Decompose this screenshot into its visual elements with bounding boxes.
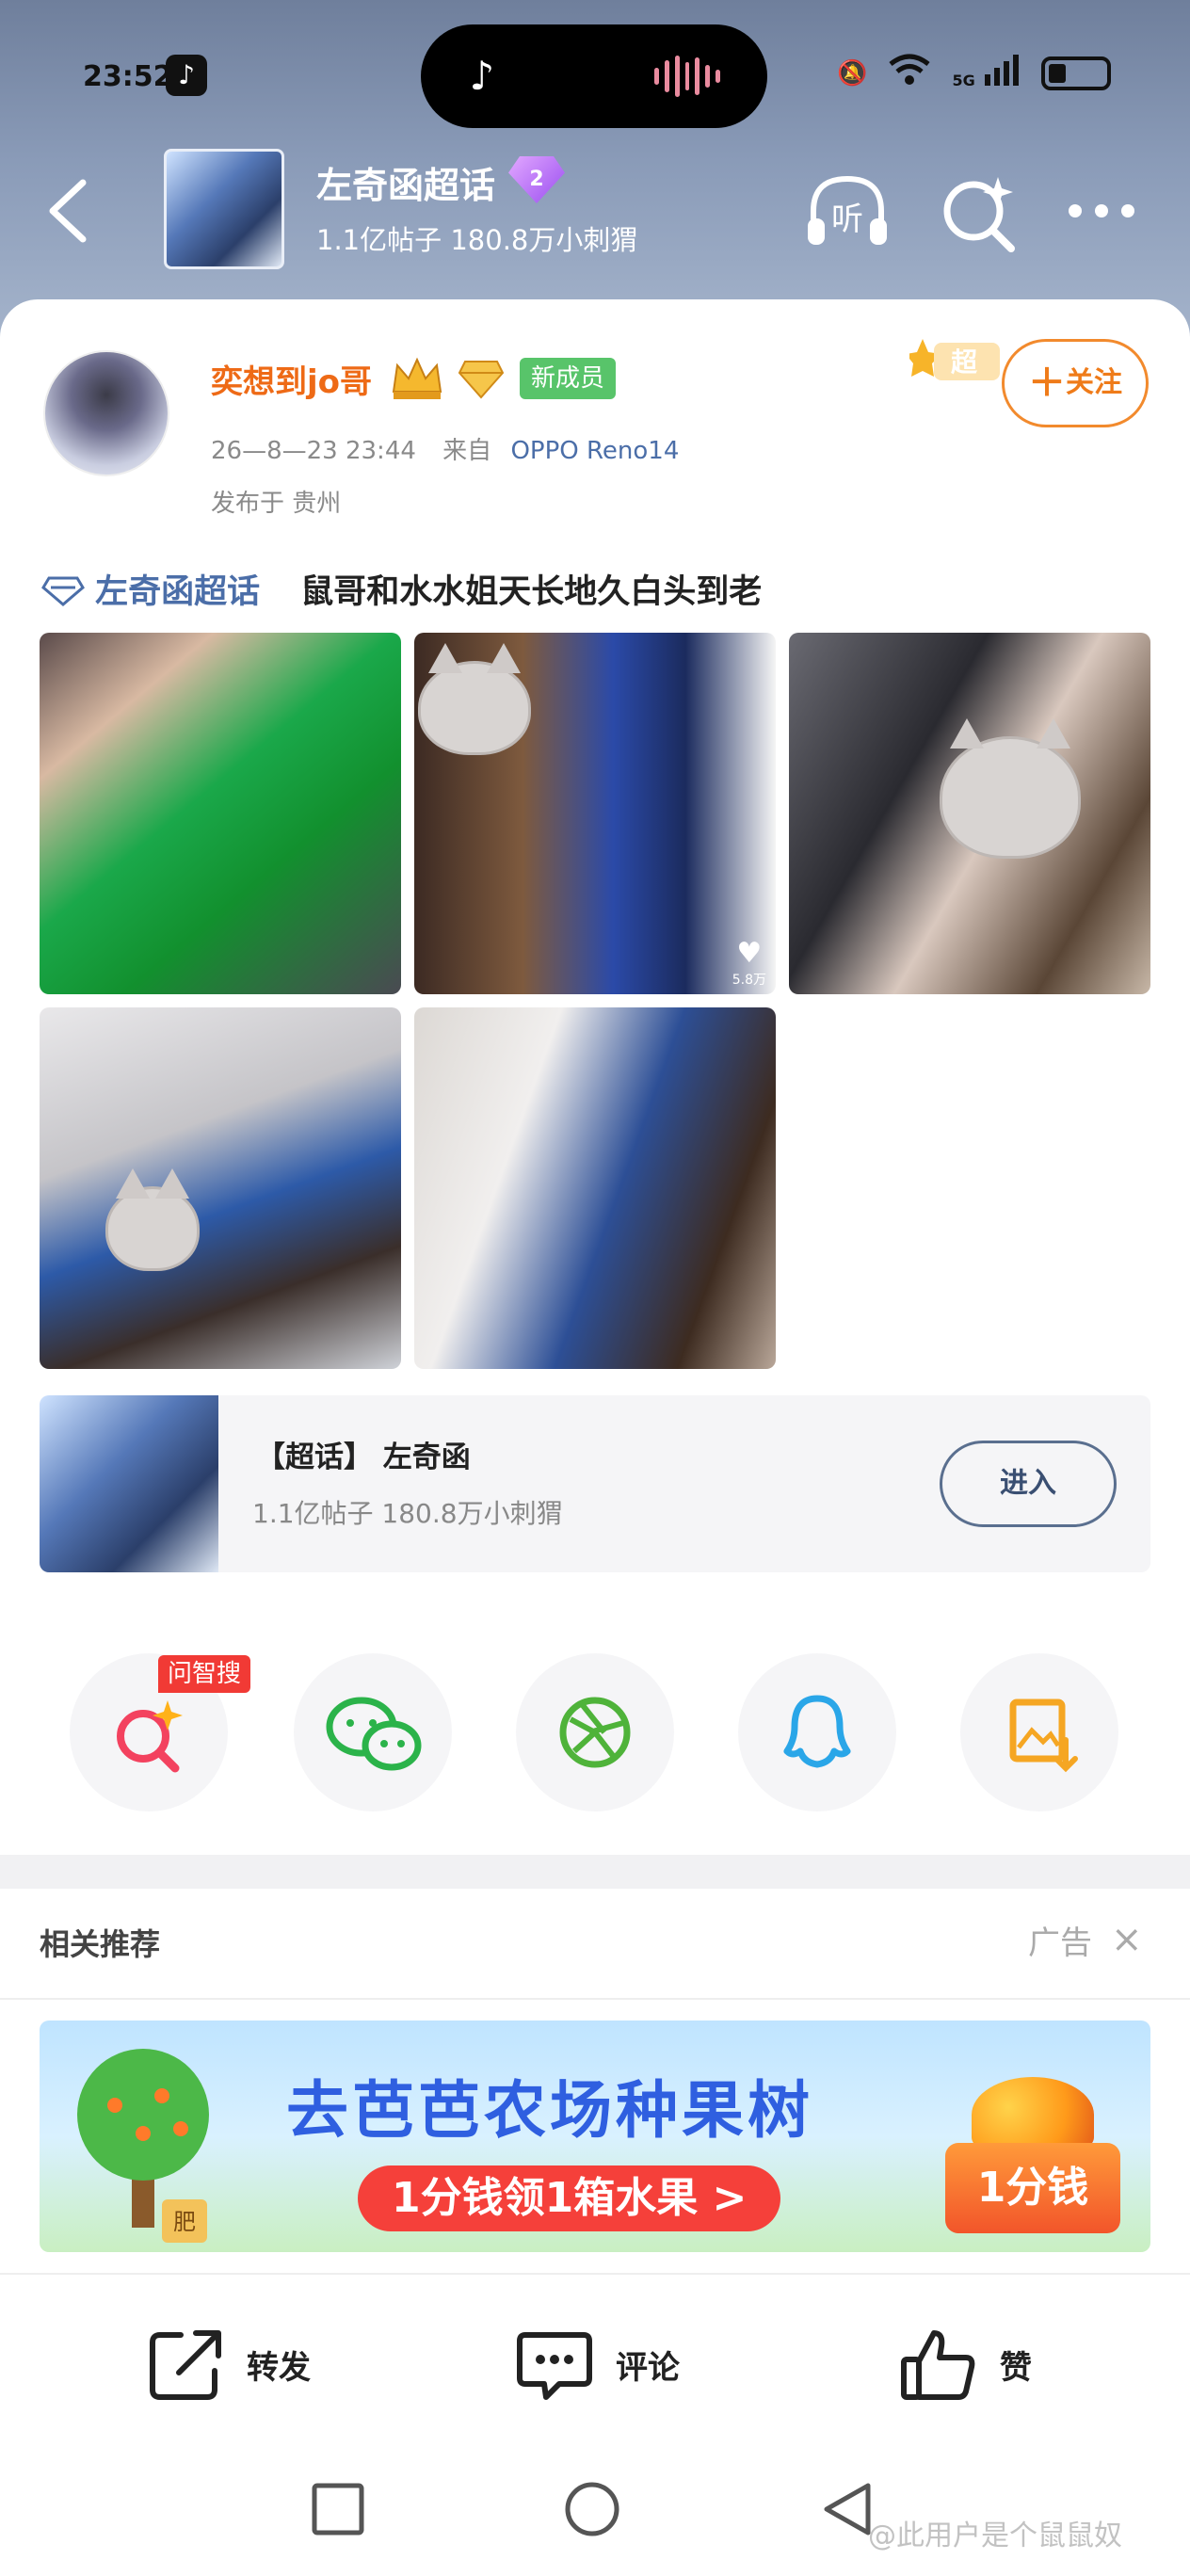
crown-icon[interactable] — [388, 354, 446, 401]
comment-button[interactable]: 评论 — [512, 2322, 680, 2407]
circle-icon — [565, 2482, 619, 2536]
more-button[interactable] — [1054, 164, 1149, 258]
ad-close-button[interactable]: × — [1111, 1921, 1143, 1958]
post-photo-4[interactable] — [40, 1007, 401, 1369]
post-photo-2[interactable]: ♥ 5.8万 — [414, 633, 776, 994]
share-moments-button[interactable] — [516, 1653, 674, 1811]
share-qq-button[interactable] — [738, 1653, 896, 1811]
section-divider — [0, 1855, 1190, 1889]
ai-search-button[interactable] — [932, 164, 1026, 258]
username[interactable]: 奕想到jo哥 — [211, 356, 372, 402]
vip-diamond-icon[interactable] — [458, 358, 505, 399]
cat-sticker-icon — [940, 718, 1081, 859]
ad-headline: 去芭芭农场种果树 — [286, 2074, 813, 2147]
share-arrow-icon — [150, 2330, 221, 2400]
comment-bubble-icon — [517, 2332, 592, 2400]
network-label: 5G — [952, 72, 975, 89]
home-button[interactable] — [561, 2478, 623, 2540]
qq-penguin-icon — [783, 1695, 851, 1768]
topic-level-diamond-icon: 2 — [508, 156, 565, 203]
chevron-left-icon — [49, 179, 87, 243]
tiktok-icon: ♪ — [469, 53, 495, 99]
topic-thumbnail[interactable] — [164, 149, 284, 269]
topic-card-thumbnail — [40, 1395, 218, 1572]
new-member-badge: 新成员 — [520, 358, 617, 399]
save-image-icon — [1009, 1699, 1078, 1773]
status-icons: 🔕 5G — [837, 53, 1111, 93]
share-wechat-button[interactable] — [294, 1653, 452, 1811]
topic-stats: 1.1亿帖子 180.8万小刺猬 — [316, 224, 638, 256]
back-button[interactable] — [38, 173, 104, 249]
top-nav: 左奇函超话 2 1.1亿帖子 180.8万小刺猬 听 — [0, 141, 1190, 282]
listen-label: 听 — [831, 201, 863, 238]
post-photo-3[interactable] — [789, 633, 1150, 994]
watermark: @此用户是个鼠鼠奴 — [868, 2520, 1122, 2552]
topic-card-stats: 1.1亿帖子 180.8万小刺猬 — [252, 1498, 563, 1529]
follow-button[interactable]: ＋关注 — [1002, 339, 1149, 427]
thumbs-up-icon — [901, 2330, 975, 2400]
save-image-button[interactable] — [960, 1653, 1118, 1811]
comment-label: 评论 — [616, 2348, 680, 2387]
plus-icon: ＋ — [1028, 362, 1066, 405]
cat-sticker-icon — [105, 1168, 200, 1271]
topic-link[interactable]: 左奇函超话 — [95, 573, 260, 611]
ad-label: 广告 — [1028, 1924, 1092, 1962]
follow-label: 关注 — [1066, 366, 1122, 399]
super-topic-diamond-icon — [41, 576, 85, 606]
topic-card-title: 【超话】 左奇函 — [256, 1441, 471, 1474]
photo-like-count: ♥ 5.8万 — [732, 937, 766, 989]
post-body: 鼠哥和水水姐天长地久白头到老 — [300, 573, 763, 611]
enter-topic-button[interactable]: 进入 — [940, 1441, 1117, 1527]
recents-button[interactable] — [307, 2478, 369, 2540]
wechat-icon — [326, 1697, 422, 1771]
status-time: 23:52 — [83, 60, 173, 93]
repost-button[interactable]: 转发 — [143, 2322, 311, 2407]
photo-likes-value: 5.8万 — [732, 973, 766, 988]
headphones-icon: 听 — [808, 175, 887, 245]
like-button[interactable]: 赞 — [896, 2322, 1032, 2407]
heart-icon: ♥ — [736, 937, 763, 970]
avatar[interactable] — [43, 350, 169, 476]
post-timestamp: 26—8—23 23:44 — [211, 437, 416, 465]
post-location: 发布于 贵州 — [211, 490, 342, 518]
super-topic-star-tag: 超 — [909, 339, 1000, 380]
dynamic-island[interactable]: ♪ — [421, 24, 767, 128]
ad-cta-button[interactable]: 1分钱领1箱水果 > — [358, 2165, 781, 2231]
signal-icon: 5G — [952, 54, 1021, 92]
fruit-icon — [972, 2077, 1094, 2152]
divider-line — [0, 1998, 1190, 2000]
zhisou-tag: 问智搜 — [158, 1655, 251, 1693]
audio-wave-icon — [654, 53, 721, 100]
cat-sticker-icon — [418, 643, 531, 755]
repost-label: 转发 — [247, 2348, 311, 2387]
post-photo-5[interactable] — [414, 1007, 776, 1369]
search-sparkle-icon — [943, 177, 1015, 252]
device-link[interactable]: OPPO Reno14 — [510, 437, 679, 465]
post-detail: 奕想到jo哥 新成员 26—8—23 23:44 来自 OPPO Reno14 … — [0, 299, 1190, 2576]
wifi-icon — [888, 53, 931, 93]
tree-tag-label: 肥 — [173, 2209, 196, 2235]
mute-icon: 🔕 — [837, 58, 868, 88]
related-title: 相关推荐 — [40, 1926, 161, 1962]
ellipsis-icon — [1069, 204, 1134, 217]
status-bar: 23:52 ♪ ♪ 🔕 5G — [0, 0, 1190, 141]
fruit-tree-icon: 肥 — [77, 2049, 209, 2243]
square-icon — [312, 2483, 364, 2536]
post-text: 左奇函超话 鼠哥和水水姐天长地久白头到老 — [41, 565, 762, 613]
aperture-icon — [559, 1697, 631, 1768]
ad-price-badge: 1分钱 — [945, 2143, 1120, 2233]
bottom-action-bar: 转发 评论 赞 — [0, 2273, 1190, 2442]
battery-icon — [1041, 56, 1111, 90]
post-meta: 26—8—23 23:44 来自 OPPO Reno14 — [211, 431, 679, 466]
tiktok-notification-icon: ♪ — [166, 55, 207, 96]
topic-title[interactable]: 左奇函超话 — [316, 156, 495, 208]
post-photo-1[interactable] — [40, 633, 401, 994]
listen-button[interactable]: 听 — [800, 164, 894, 258]
like-label: 赞 — [1000, 2348, 1032, 2387]
system-nav-bar: @此用户是个鼠鼠奴 — [0, 2442, 1190, 2576]
super-tag-label: 超 — [951, 346, 978, 378]
topic-card[interactable]: 【超话】 左奇函 1.1亿帖子 180.8万小刺猬 进入 — [40, 1395, 1150, 1572]
from-label: 来自 — [442, 437, 492, 465]
ad-banner[interactable]: 肥 去芭芭农场种果树 1分钱领1箱水果 > 1分钱 — [40, 2021, 1150, 2252]
